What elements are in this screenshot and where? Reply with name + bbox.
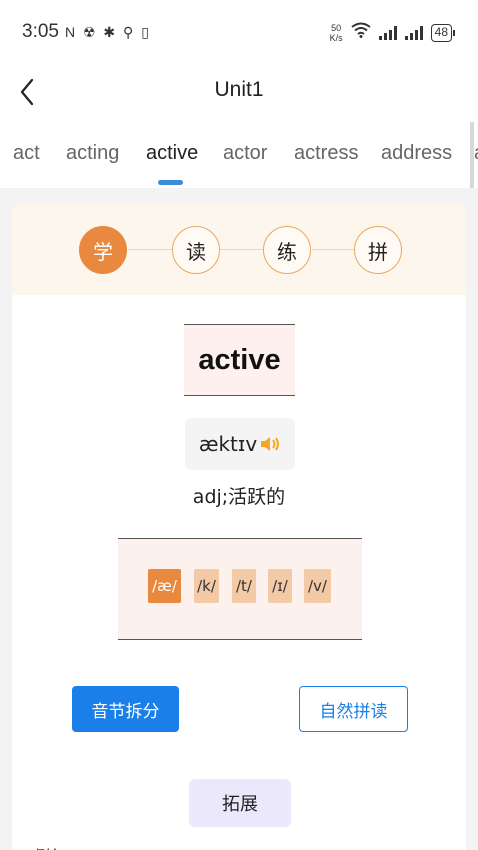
step-learn[interactable]: 学 — [79, 226, 127, 274]
tab-word[interactable]: act — [13, 142, 40, 165]
phoneme-chip[interactable]: /t/ — [232, 569, 256, 603]
status-bar: 3:05 N ☢ ✱ ⚲ ▯ 50 K/s 48 — [0, 0, 478, 64]
battery-icon: 48 — [430, 23, 456, 42]
natural-phonics-button[interactable]: 自然拼读 — [299, 686, 408, 732]
phoneme-chip-active[interactable]: /æ/ — [148, 569, 181, 603]
page-title: Unit1 — [214, 78, 264, 101]
example-sentence-label: 例句 — [34, 843, 66, 850]
phoneme-chip[interactable]: /k/ — [194, 569, 219, 603]
tab-word-active[interactable]: active — [146, 142, 198, 165]
word-meaning: adj;活跃的 — [192, 486, 286, 508]
network-speed: 50 K/s — [330, 23, 343, 43]
phoneme-chip[interactable]: /v/ — [304, 569, 331, 603]
speaker-icon — [259, 435, 281, 453]
step-practice[interactable]: 练 — [263, 226, 311, 274]
learning-steps: 学 读 练 拼 — [12, 203, 466, 295]
tab-word[interactable]: a — [474, 142, 478, 165]
phoneme-chip[interactable]: /ɪ/ — [268, 569, 292, 603]
tab-indicator — [158, 180, 183, 185]
network-speed-value: 50 — [331, 22, 342, 33]
wifi-icon — [351, 22, 371, 43]
nav-bar: Unit1 — [0, 64, 478, 122]
step-connector — [312, 249, 355, 250]
tab-word[interactable]: actor — [223, 142, 267, 165]
word-card: 学 读 练 拼 active ækt​ɪv adj;活跃的 /æ/ /k/ /t… — [12, 203, 466, 850]
signal-strength-icon-2 — [404, 25, 423, 40]
signal-strength-icon — [378, 25, 397, 40]
step-spell[interactable]: 拼 — [354, 226, 402, 274]
tab-word[interactable]: address — [381, 142, 452, 165]
step-connector — [220, 249, 264, 250]
tab-word[interactable]: actress — [294, 142, 358, 165]
pronunciation-button[interactable]: ækt​ɪv — [185, 418, 295, 470]
word-tabs[interactable]: act acting active actor actress address … — [0, 122, 478, 188]
network-speed-unit: K/s — [329, 32, 343, 43]
word-display: active — [184, 324, 295, 396]
status-time: 3:05 — [22, 21, 59, 42]
extend-button[interactable]: 拓展 — [189, 779, 291, 827]
step-connector — [128, 249, 172, 250]
phonetic-text: ækt​ɪv — [198, 432, 258, 456]
tab-word[interactable]: acting — [66, 142, 119, 165]
phoneme-breakdown: /æ/ /k/ /t/ /ɪ/ /v/ — [118, 538, 362, 640]
status-notification-icons: N ☢ ✱ ⚲ ▯ — [64, 23, 151, 40]
status-right-cluster: 50 K/s 48 — [330, 22, 456, 43]
tabs-scrollbar[interactable] — [470, 122, 474, 188]
syllable-split-button[interactable]: 音节拆分 — [72, 686, 179, 732]
step-read[interactable]: 读 — [172, 226, 220, 274]
